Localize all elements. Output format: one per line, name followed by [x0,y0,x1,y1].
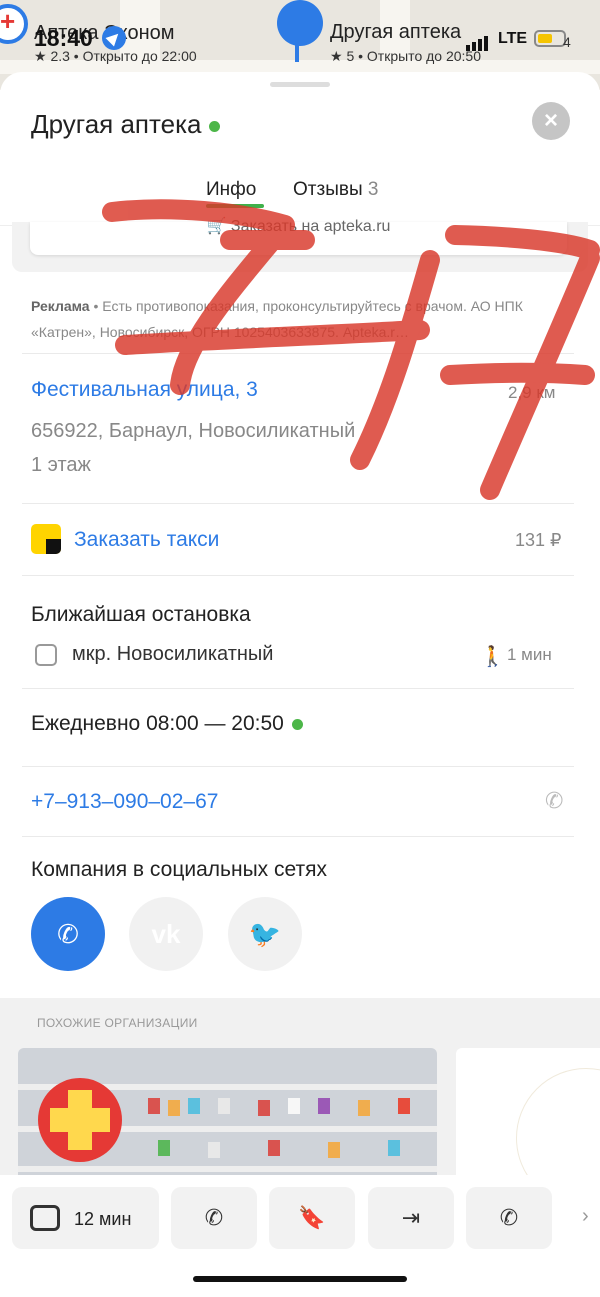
battery-icon [534,30,566,47]
divider [22,836,574,837]
bus-icon [35,644,57,666]
order-taxi-button[interactable]: Заказать такси [74,528,219,552]
open-status-dot [209,120,221,132]
enter-button[interactable]: ⇥ [368,1187,454,1249]
bookmark-icon: 🔖 [298,1205,326,1230]
address-link[interactable]: Фестивальная улица, 3 [31,378,258,402]
bookmark-button[interactable]: 🔖 [269,1187,355,1249]
walk-time: 1 мин [507,645,552,664]
place-card-sheet: Другая аптека × Инфо Отзывы 3 🛒 Заказать… [0,72,600,1297]
close-icon[interactable]: × [532,102,570,140]
walk-icon: 🚶 [480,646,505,668]
home-indicator[interactable] [193,1276,407,1282]
taxi-price: 131 ₽ [515,530,562,550]
whatsapp-icon[interactable]: ✆ [31,897,105,971]
car-icon [30,1205,60,1231]
divider [22,503,574,504]
ad-disclaimer: Реклама • Есть противопоказания, проконс… [31,298,523,340]
tab-indicator [206,204,264,208]
entrance-icon: ⇥ [401,1205,421,1230]
location-arrow-icon [102,26,126,50]
status-time: 18:40 [34,25,93,51]
stop-name[interactable]: мкр. Новосиликатный [72,643,273,666]
vk-icon[interactable]: vk [129,897,203,971]
similar-heading: ПОХОЖИЕ ОРГАНИЗАЦИИ [37,1016,198,1030]
chevron-right-icon[interactable]: › [582,1205,589,1228]
similar-card-photo[interactable] [18,1048,437,1188]
divider [22,766,574,767]
sheet-grabber[interactable] [270,82,330,87]
nearest-stop-heading: Ближайшая остановка [31,603,251,626]
pharmacy-cross-logo-icon [38,1078,122,1162]
taxi-icon [31,524,61,554]
route-button[interactable]: 12 мин [12,1187,159,1249]
similar-card-map[interactable] [456,1048,600,1208]
address-details: 656922, Барнаул, Новосиликатный 1 этаж [31,420,356,476]
twitter-icon[interactable]: 🐦 [228,897,302,971]
divider [22,575,574,576]
ad-block: 🛒 Заказать на apteka.ru [12,219,588,272]
signal-icon [466,33,490,51]
cart-icon: 🛒 [206,218,231,235]
phone-icon[interactable]: ✆ [545,788,563,814]
divider [22,353,574,354]
order-apteka-button[interactable]: 🛒 Заказать на apteka.ru [30,219,567,255]
working-hours[interactable]: Ежедневно 08:00 — 20:50 [31,712,303,736]
call-button[interactable]: ✆ [171,1187,257,1249]
social-heading: Компания в социальных сетях [31,858,327,881]
distance: 2,9 км [508,383,556,402]
phone-icon: ✆ [204,1205,224,1230]
battery-level: 4 [563,34,571,50]
network-type: LTE [498,30,528,47]
whatsapp-button[interactable]: ✆ [466,1187,552,1249]
tab-reviews[interactable]: Отзывы 3 [293,179,378,201]
open-status-dot [291,718,303,730]
divider [22,688,574,689]
status-bar: 18:40 LTE 4 [0,0,600,72]
place-title: Другая аптека [31,109,221,140]
tab-info[interactable]: Инфо [206,179,256,201]
phone-link[interactable]: +7‒913‒090‒02‒67 [31,790,218,814]
whatsapp-icon: ✆ [499,1205,519,1230]
